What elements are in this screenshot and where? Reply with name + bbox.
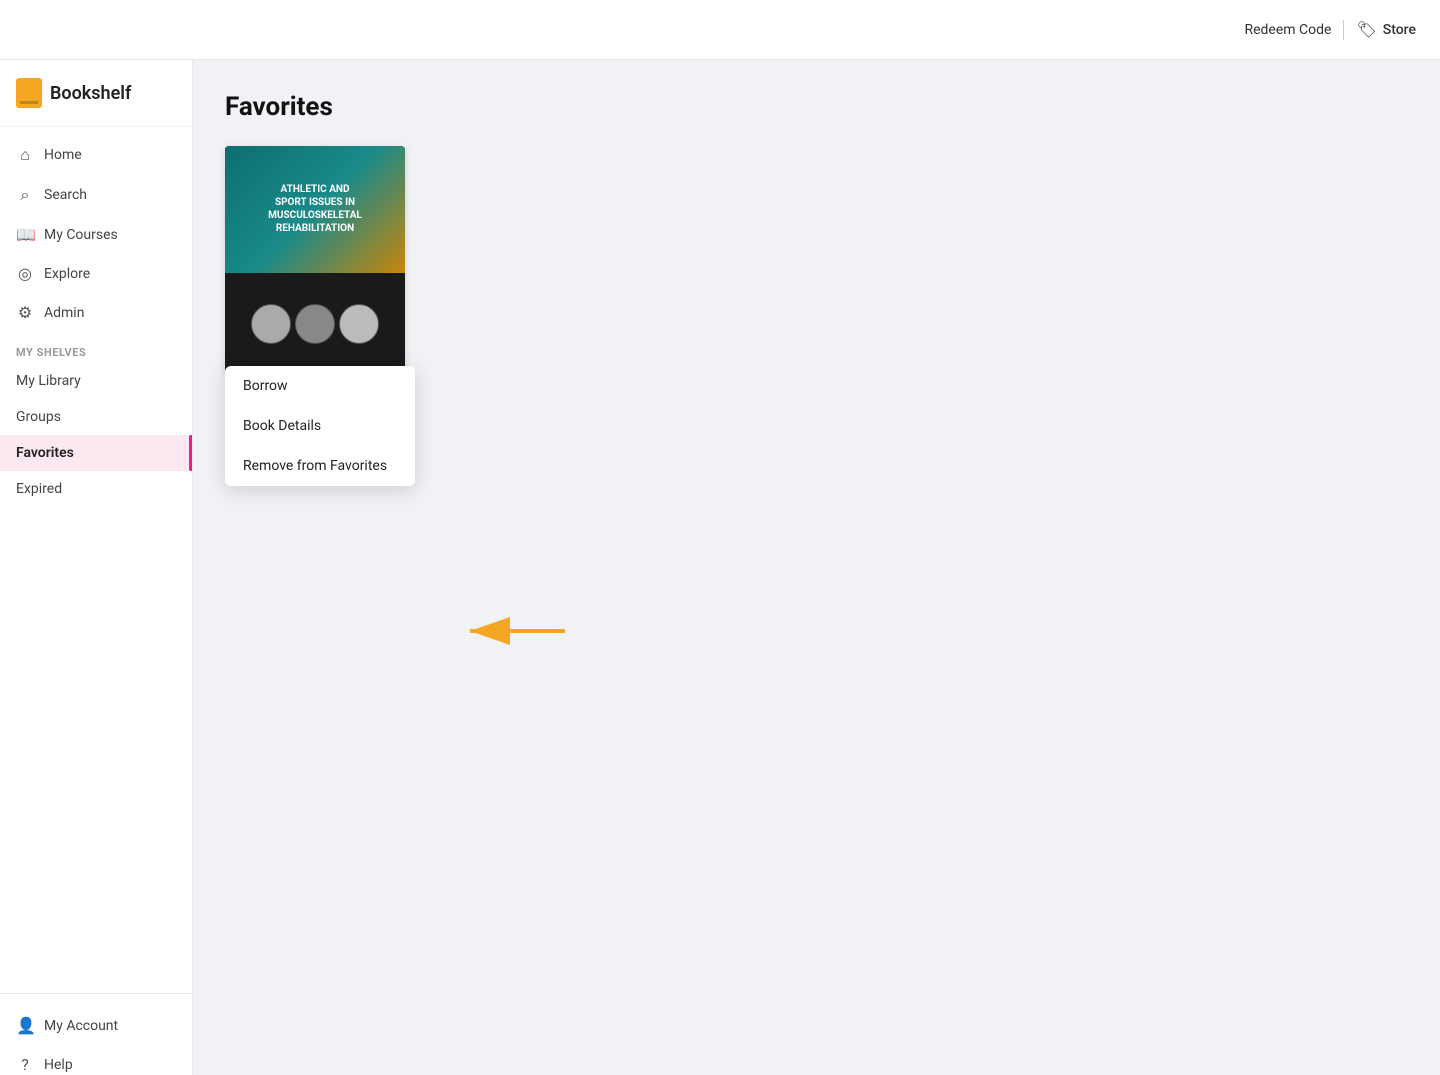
- sidebar-item-groups-label: Groups: [16, 409, 61, 425]
- dropdown-item-borrow[interactable]: Borrow: [225, 366, 415, 406]
- sidebar-nav: ⌂ Home ⌕ Search 📖 My Courses ◎ Explore ⚙…: [0, 127, 192, 993]
- book-card: Athletic and Sport Issues in Musculoskel…: [225, 146, 405, 416]
- sidebar: Bookshelf ⌂ Home ⌕ Search 📖 My Courses ◎…: [0, 60, 193, 1075]
- active-indicator: [189, 435, 192, 471]
- book-circle-3: [339, 304, 379, 344]
- sidebar-item-search[interactable]: ⌕ Search: [0, 175, 192, 215]
- dropdown-item-book-details[interactable]: Book Details: [225, 406, 415, 446]
- sidebar-item-help-label: Help: [44, 1057, 73, 1073]
- help-icon: ?: [16, 1055, 34, 1074]
- sidebar-item-my-library[interactable]: My Library: [0, 363, 192, 399]
- sidebar-item-explore[interactable]: ◎ Explore: [0, 254, 192, 293]
- admin-icon: ⚙: [16, 303, 34, 322]
- sidebar-item-explore-label: Explore: [44, 266, 90, 282]
- topbar: Redeem Code 🏷 Store: [0, 0, 1440, 60]
- sidebar-item-admin[interactable]: ⚙ Admin: [0, 293, 192, 332]
- main-content: Favorites Athletic and Sport Issues in M…: [193, 60, 1440, 1075]
- explore-icon: ◎: [16, 264, 34, 283]
- sidebar-item-home-label: Home: [44, 147, 82, 163]
- book-cover-bottom: [225, 273, 405, 377]
- sidebar-item-admin-label: Admin: [44, 305, 84, 321]
- dropdown-menu: Borrow Book Details Remove from Favorite…: [225, 366, 415, 486]
- sidebar-item-expired[interactable]: Expired: [0, 471, 192, 507]
- book-circle-2: [295, 304, 335, 344]
- layout: Bookshelf ⌂ Home ⌕ Search 📖 My Courses ◎…: [0, 0, 1440, 1075]
- sidebar-item-home[interactable]: ⌂ Home: [0, 135, 192, 175]
- sidebar-item-groups[interactable]: Groups: [0, 399, 192, 435]
- book-circle-1: [251, 304, 291, 344]
- topbar-divider: [1343, 20, 1344, 40]
- book-cover[interactable]: Athletic and Sport Issues in Musculoskel…: [225, 146, 405, 376]
- sidebar-item-help[interactable]: ? Help: [0, 1045, 192, 1075]
- topbar-actions: Redeem Code 🏷 Store: [1244, 20, 1416, 40]
- arrow-annotation: [285, 606, 605, 656]
- sidebar-item-favorites-label: Favorites: [16, 445, 74, 461]
- page-title: Favorites: [225, 92, 1408, 122]
- book-cover-title: Athletic and Sport Issues in Musculoskel…: [268, 183, 362, 235]
- sidebar-item-my-account[interactable]: 👤 My Account: [0, 1006, 192, 1045]
- store-label: Store: [1383, 22, 1416, 38]
- sidebar-item-my-courses[interactable]: 📖 My Courses: [0, 215, 192, 254]
- app-title: Bookshelf: [50, 83, 131, 104]
- sidebar-item-account-label: My Account: [44, 1018, 118, 1034]
- logo-icon: [16, 78, 42, 108]
- sidebar-item-expired-label: Expired: [16, 481, 62, 497]
- my-shelves-section-label: MY SHELVES: [0, 332, 192, 363]
- search-icon: ⌕: [16, 185, 34, 205]
- sidebar-item-search-label: Search: [44, 187, 87, 203]
- dropdown-item-remove-favorites[interactable]: Remove from Favorites: [225, 446, 415, 486]
- courses-icon: 📖: [16, 225, 34, 244]
- sidebar-item-favorites[interactable]: Favorites: [0, 435, 192, 471]
- sidebar-bottom: 👤 My Account ? Help 💬 Feedback: [0, 993, 192, 1075]
- store-button[interactable]: 🏷 Store: [1356, 20, 1416, 39]
- redeem-code-button[interactable]: Redeem Code: [1244, 22, 1331, 38]
- sidebar-item-my-library-label: My Library: [16, 373, 81, 389]
- app-logo: Bookshelf: [0, 60, 192, 127]
- tag-icon: 🏷: [1356, 20, 1376, 39]
- sidebar-item-courses-label: My Courses: [44, 227, 118, 243]
- home-icon: ⌂: [16, 145, 34, 165]
- book-cover-top: Athletic and Sport Issues in Musculoskel…: [225, 146, 405, 273]
- account-icon: 👤: [16, 1016, 34, 1035]
